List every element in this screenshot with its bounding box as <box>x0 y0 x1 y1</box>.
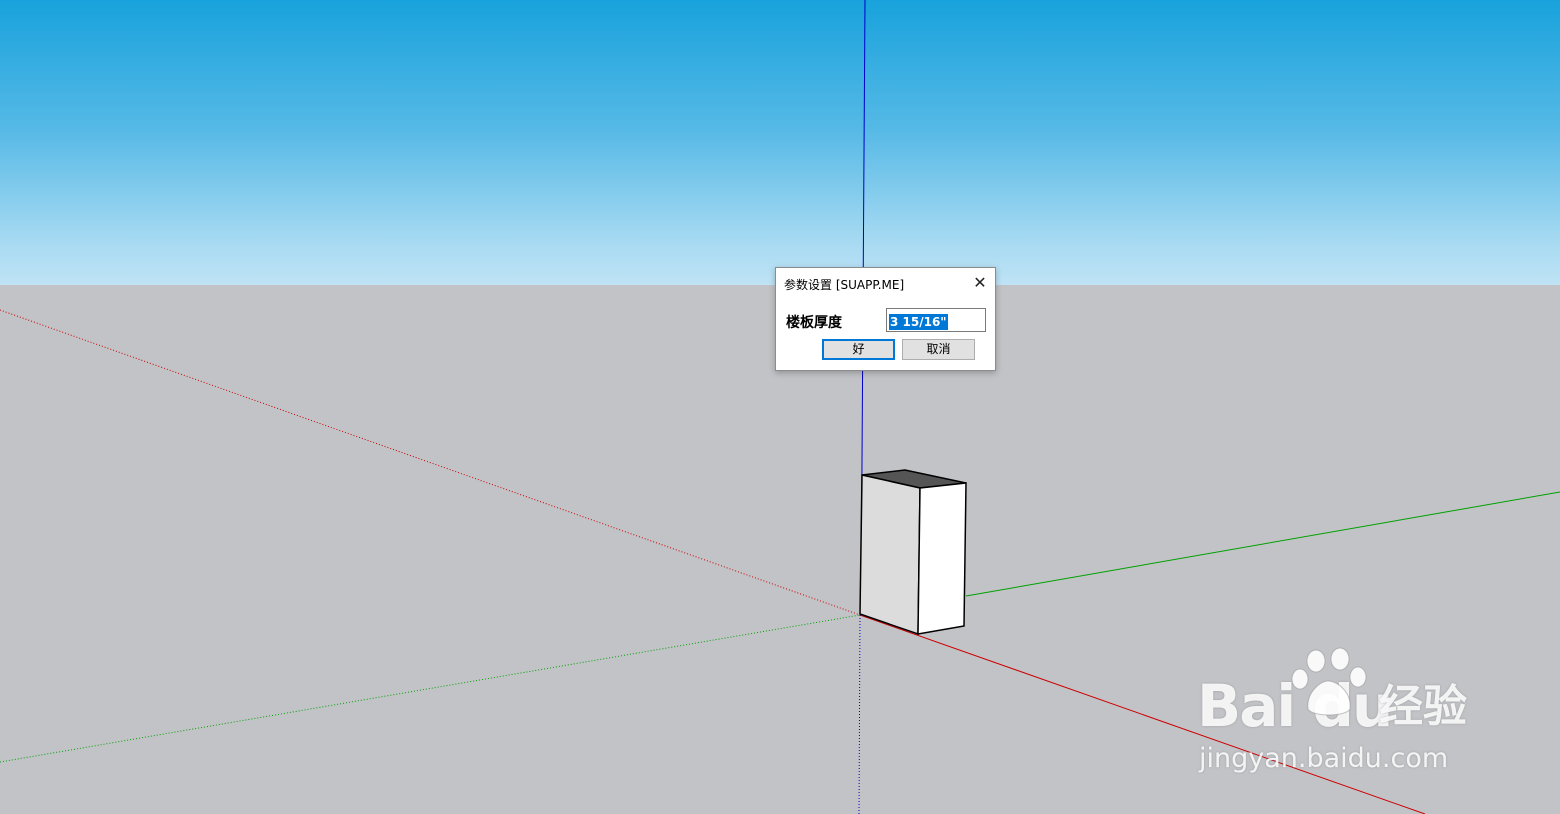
watermark-suffix: 经验 <box>1379 681 1467 732</box>
green-axis-solid <box>965 491 1560 597</box>
baidu-paw-icon <box>1291 647 1367 716</box>
blue-axis-dotted <box>858 614 861 814</box>
watermark-url: jingyan.baidu.com <box>1199 743 1449 774</box>
green-axis-dotted <box>0 614 861 763</box>
parameter-settings-dialog[interactable]: 参数设置 [SUAPP.ME] ✕ 楼板厚度 3 15/16" 好 取消 <box>775 267 996 371</box>
floor-thickness-label: 楼板厚度 <box>786 315 842 331</box>
dialog-titlebar[interactable]: 参数设置 [SUAPP.ME] ✕ <box>776 268 995 298</box>
floor-thickness-value: 3 15/16" <box>889 314 948 330</box>
dialog-title: 参数设置 [SUAPP.ME] <box>784 278 905 292</box>
baidu-jingyan-watermark: Bai du 经验 jingyan.baidu.com <box>1195 645 1485 785</box>
ok-button[interactable]: 好 <box>822 339 895 360</box>
box-left-face[interactable] <box>859 474 921 636</box>
sketchup-viewport[interactable]: Bai du 经验 jingyan.baidu.com 参数设置 [SUAPP.… <box>0 0 1560 814</box>
close-icon[interactable]: ✕ <box>969 273 991 293</box>
red-axis-dotted <box>0 309 861 616</box>
box-right-face[interactable] <box>917 482 967 635</box>
cancel-button[interactable]: 取消 <box>902 339 975 360</box>
floor-thickness-input[interactable]: 3 15/16" <box>886 308 986 332</box>
